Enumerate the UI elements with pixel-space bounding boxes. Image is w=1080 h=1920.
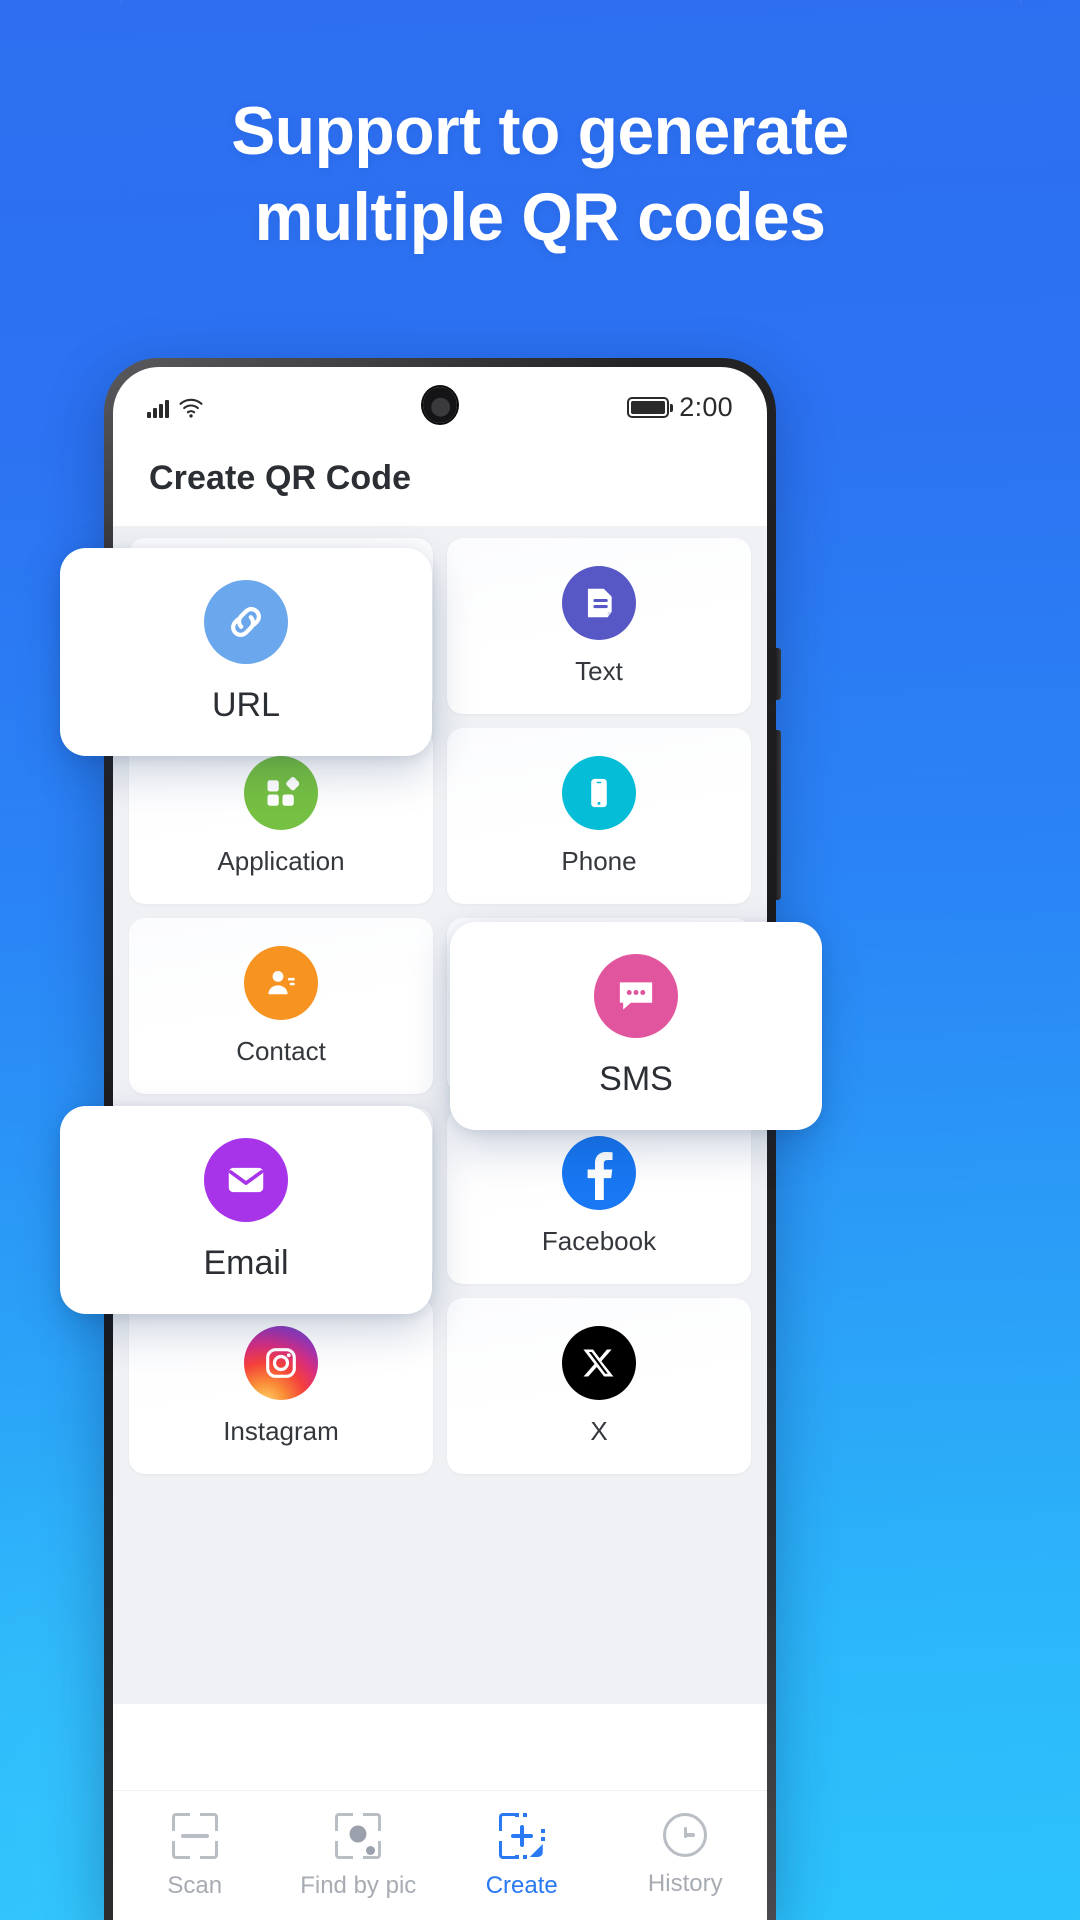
phone-side-button-top: [775, 648, 781, 700]
qr-type-card-facebook[interactable]: Facebook: [447, 1108, 751, 1284]
nav-item-find-by-pic[interactable]: Find by pic: [277, 1813, 441, 1900]
nav-label: Find by pic: [300, 1872, 417, 1899]
qr-type-label: Contact: [236, 1035, 326, 1066]
clock-history-icon: [663, 1813, 708, 1857]
page-title: Create QR Code: [149, 459, 412, 497]
chat-bubble-icon: [594, 953, 678, 1038]
document-icon: [562, 565, 636, 640]
image-scan-icon: [335, 1813, 382, 1859]
qr-type-label: Text: [575, 655, 623, 686]
envelope-icon: [204, 1137, 288, 1222]
headline-line-1: Support to generate: [231, 93, 849, 169]
nav-item-history[interactable]: History: [604, 1813, 768, 1898]
nav-item-create[interactable]: Create: [440, 1813, 604, 1900]
floating-card-label: Email: [203, 1243, 289, 1282]
battery-full-icon: [627, 396, 674, 418]
qr-type-label: X: [590, 1415, 608, 1446]
status-bar: 2:00: [113, 367, 767, 433]
qr-type-card-text[interactable]: Text: [447, 538, 751, 714]
apps-grid-icon: [244, 755, 318, 830]
qr-type-card-x[interactable]: X: [447, 1298, 751, 1474]
floating-card-url[interactable]: URL: [60, 548, 432, 756]
floating-card-sms[interactable]: SMS: [450, 922, 822, 1130]
qr-type-card-contact[interactable]: Contact: [129, 918, 433, 1094]
qr-type-label: Facebook: [541, 1225, 657, 1256]
x-twitter-icon: [562, 1325, 636, 1400]
status-bar-right: 2:00: [627, 392, 733, 423]
link-icon: [204, 579, 288, 664]
floating-card-email[interactable]: Email: [60, 1106, 432, 1314]
create-qr-icon: [498, 1813, 545, 1859]
instagram-icon: [244, 1325, 318, 1400]
nav-label: History: [647, 1870, 723, 1897]
qr-type-label: Application: [217, 845, 345, 876]
bottom-navigation: Scan Find by pic Create History: [113, 1790, 767, 1920]
floating-card-label: SMS: [599, 1059, 673, 1098]
phone-side-button-bottom: [775, 730, 781, 900]
qr-type-card-phone[interactable]: Phone: [447, 728, 751, 904]
wifi-icon: [179, 398, 203, 418]
status-bar-left: [147, 397, 204, 418]
nav-label: Scan: [167, 1872, 223, 1899]
qr-type-label: Phone: [561, 845, 637, 876]
app-header: Create QR Code: [113, 433, 767, 526]
status-bar-clock: 2:00: [679, 391, 733, 422]
nav-item-scan[interactable]: Scan: [113, 1813, 277, 1900]
headline-line-2: multiple QR codes: [254, 179, 826, 255]
floating-card-label: URL: [211, 685, 281, 724]
facebook-icon: [562, 1135, 636, 1210]
qr-type-card-instagram[interactable]: Instagram: [129, 1298, 433, 1474]
qr-type-label: Instagram: [223, 1415, 339, 1446]
signal-bars-icon: [147, 399, 169, 418]
punch-hole-camera: [423, 387, 457, 423]
promo-headline: Support to generate multiple QR codes: [16, 88, 1064, 260]
smartphone-icon: [562, 755, 636, 830]
nav-label: Create: [485, 1872, 558, 1899]
contact-person-icon: [244, 945, 318, 1020]
scan-frame-icon: [171, 1813, 218, 1859]
